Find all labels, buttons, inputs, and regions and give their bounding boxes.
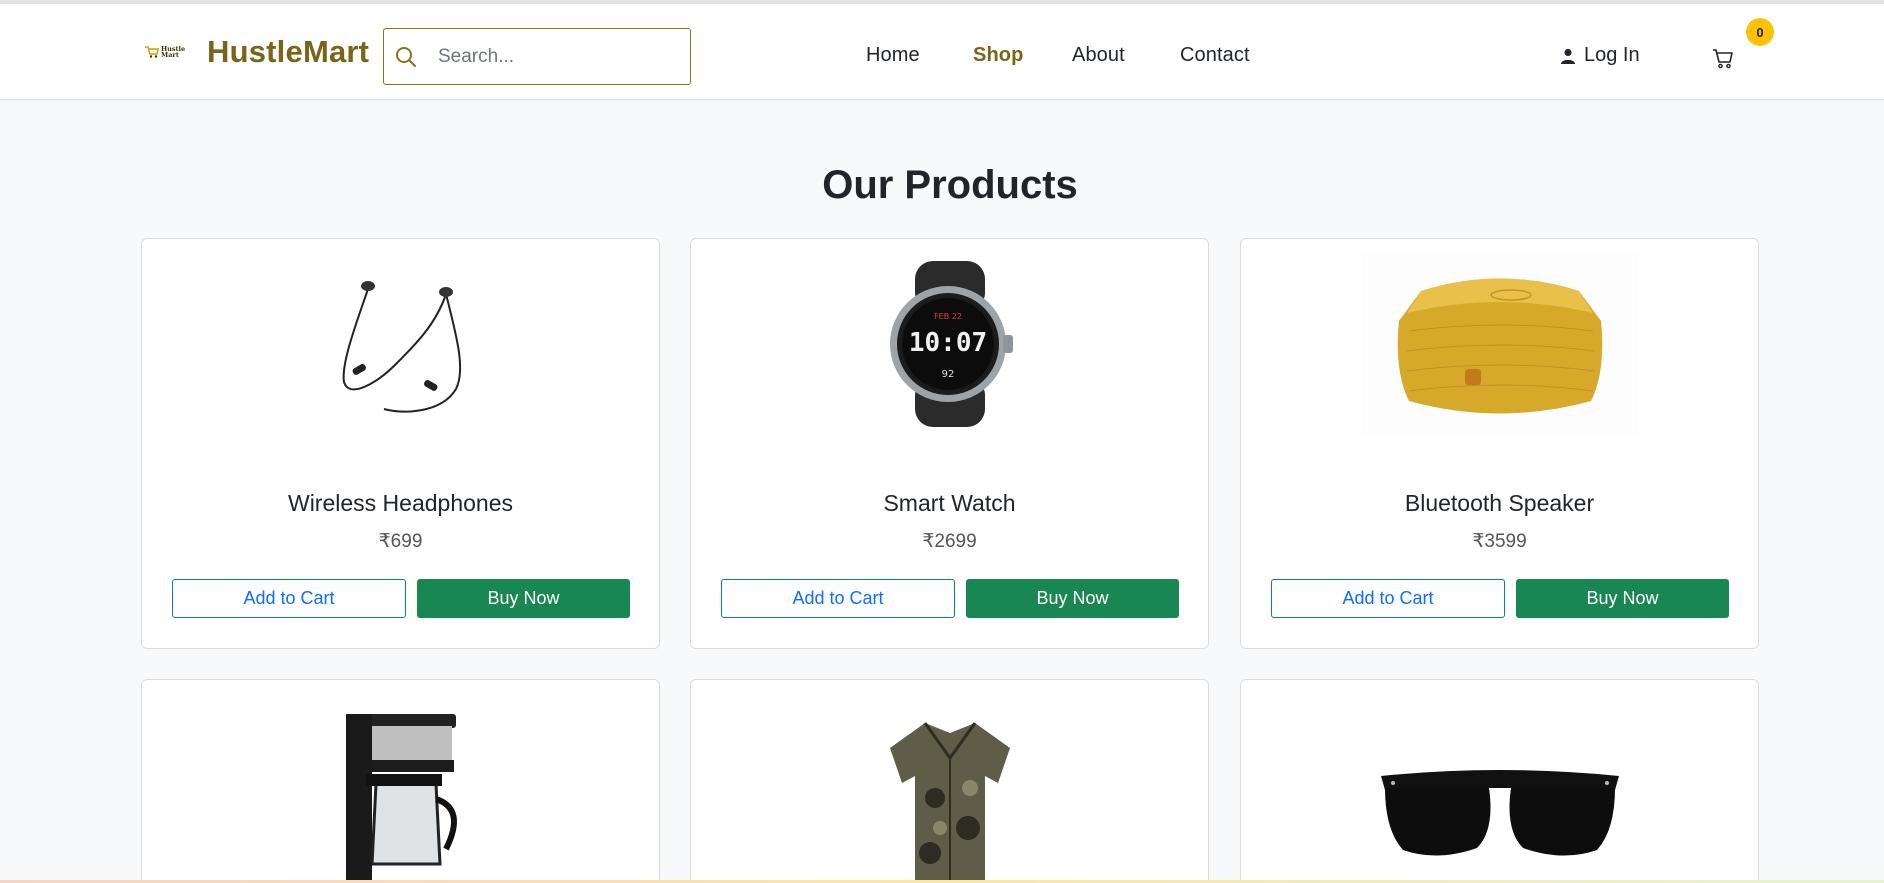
logo-text-line2: Mart [161, 51, 179, 59]
shirt-image [889, 722, 1010, 883]
buy-now-button[interactable]: Buy Now [1516, 579, 1729, 618]
sunglasses-image [1380, 770, 1619, 856]
product-card [141, 679, 660, 883]
search-input[interactable] [438, 45, 668, 68]
svg-text:92: 92 [941, 369, 954, 380]
login-link[interactable]: Log In [1560, 44, 1640, 67]
product-name: Smart Watch [883, 490, 1016, 516]
product-image-sunglasses [1241, 680, 1758, 883]
product-card: Wireless Headphones ₹699 Add to Cart Buy… [141, 238, 660, 649]
nav-home[interactable]: Home [866, 44, 920, 67]
product-name: Wireless Headphones [287, 490, 513, 516]
brand-logo: Hustle Mart [145, 43, 187, 61]
search-box [383, 28, 691, 85]
logo-text: Hustle Mart [161, 46, 185, 59]
product-card: 10:07 FEB 22 92 Smart Watch ₹2699 Add to… [690, 238, 1209, 649]
product-card [690, 679, 1209, 883]
product-price: ₹2699 [922, 531, 977, 552]
product-card [1240, 679, 1759, 883]
buy-now-button[interactable]: Buy Now [966, 579, 1179, 618]
svg-text:FEB 22: FEB 22 [934, 312, 962, 321]
nav-about[interactable]: About [1072, 44, 1125, 67]
nav-contact[interactable]: Contact [1180, 44, 1250, 67]
brand-name: HustleMart [207, 34, 370, 69]
search-icon[interactable] [395, 46, 417, 68]
product-price: ₹699 [378, 531, 423, 552]
product-price: ₹3599 [1472, 531, 1527, 552]
add-to-cart-button[interactable]: Add to Cart [172, 579, 406, 618]
add-to-cart-button[interactable]: Add to Cart [1271, 579, 1505, 618]
headphones-image [342, 281, 461, 413]
product-name: Bluetooth Speaker [1404, 490, 1595, 516]
add-to-cart-button[interactable]: Add to Cart [721, 579, 955, 618]
navbar: Hustle Mart HustleMart Home Shop About C… [0, 4, 1884, 100]
cart-count-badge: 0 [1746, 18, 1774, 46]
brand-link[interactable]: Hustle Mart HustleMart [145, 34, 369, 70]
product-image-shirt [691, 680, 1208, 883]
product-image-smartwatch: 10:07 FEB 22 92 [691, 239, 1208, 449]
product-card: Bluetooth Speaker ₹3599 Add to Cart Buy … [1240, 238, 1759, 649]
svg-text:10:07: 10:07 [908, 328, 986, 358]
coffee-maker-image [345, 714, 457, 883]
user-icon [1561, 48, 1575, 64]
nav-shop[interactable]: Shop [973, 44, 1023, 67]
product-image-speaker [1241, 239, 1758, 449]
product-image-headphones [142, 239, 659, 449]
speaker-image [1360, 251, 1639, 437]
cart-icon[interactable] [1712, 47, 1734, 69]
login-label: Log In [1584, 44, 1640, 66]
page-title: Our Products [822, 163, 1078, 207]
product-image-coffee-maker [142, 680, 659, 883]
buy-now-button[interactable]: Buy Now [417, 579, 630, 618]
logo-cart-icon [145, 46, 159, 58]
smartwatch-image: 10:07 FEB 22 92 [889, 261, 1013, 427]
